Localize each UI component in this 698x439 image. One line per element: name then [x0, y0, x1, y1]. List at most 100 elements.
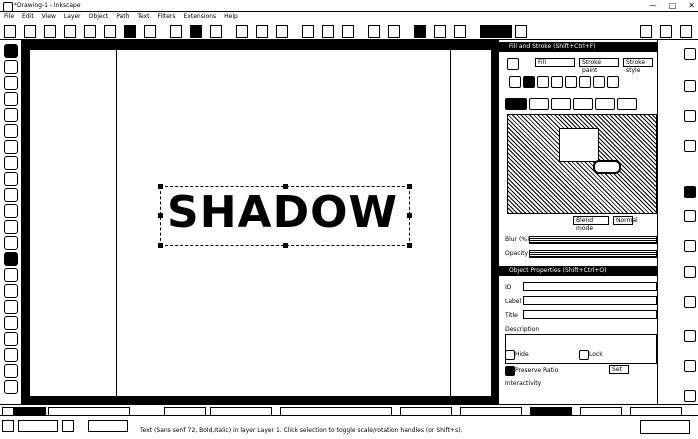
swatch-none[interactable]	[2, 407, 14, 416]
connector-tool-icon[interactable]	[4, 364, 18, 378]
linear-gradient-icon[interactable]	[537, 76, 549, 88]
pattern-icon[interactable]	[579, 76, 591, 88]
set-button[interactable]: Set	[609, 365, 629, 374]
gradient-tool-icon[interactable]	[4, 316, 18, 330]
rgb-mode-icon[interactable]	[505, 98, 527, 110]
menu-path[interactable]: Path	[116, 12, 129, 22]
snap-bbox-corners-icon[interactable]	[684, 80, 696, 92]
shadow-text-object[interactable]: SHADOW	[167, 188, 398, 238]
mesh-tool-icon[interactable]	[4, 332, 18, 346]
cms-mode-icon[interactable]	[595, 98, 615, 110]
alpha-slider-handle[interactable]	[593, 160, 621, 174]
bucket-tool-icon[interactable]	[4, 300, 18, 314]
hsl-mode-icon[interactable]	[529, 98, 549, 110]
opacity-indicator[interactable]	[62, 420, 74, 432]
radial-gradient-icon[interactable]	[551, 76, 563, 88]
rectangle-tool-icon[interactable]	[4, 124, 18, 138]
lock-checkbox[interactable]	[579, 350, 589, 360]
swatch-light2[interactable]	[580, 407, 622, 416]
layer-selector[interactable]	[88, 420, 128, 432]
dropper-tool-icon[interactable]	[4, 348, 18, 362]
menu-file[interactable]: File	[4, 12, 14, 22]
swatch-darker[interactable]	[530, 407, 572, 416]
ellipse-tool-icon[interactable]	[4, 156, 18, 170]
swatch-white[interactable]	[210, 407, 272, 416]
minimize-button[interactable]: —	[649, 1, 657, 10]
3d-box-tool-icon[interactable]	[4, 140, 18, 154]
duplicate-icon[interactable]	[302, 25, 314, 38]
undo-icon[interactable]	[124, 25, 136, 38]
star-tool-icon[interactable]	[4, 172, 18, 186]
blend-mode-select[interactable]: Normal	[613, 216, 638, 225]
snap-paths-icon[interactable]	[684, 186, 696, 198]
flat-color-icon[interactable]	[523, 76, 535, 88]
menu-edit[interactable]: Edit	[22, 12, 34, 22]
stroke-indicator[interactable]	[18, 420, 58, 432]
scale-handle-w[interactable]	[158, 213, 163, 218]
swatch-mid[interactable]	[400, 407, 452, 416]
snap-page-border-icon[interactable]	[684, 330, 696, 342]
calligraphy-tool-icon[interactable]	[4, 236, 18, 250]
menu-layer[interactable]: Layer	[64, 12, 81, 22]
save-icon[interactable]	[44, 25, 56, 38]
interactivity-label[interactable]: Interactivity	[505, 380, 541, 387]
copy-icon[interactable]	[170, 25, 182, 38]
swatch-light[interactable]	[164, 407, 206, 416]
spray-tool-icon[interactable]	[4, 268, 18, 282]
snap-midpoints-icon[interactable]	[684, 240, 696, 252]
menu-view[interactable]: View	[42, 12, 56, 22]
cut-icon[interactable]	[190, 25, 202, 38]
selector-tool-icon[interactable]	[4, 44, 18, 58]
swatch-icon[interactable]	[593, 76, 605, 88]
snap-intersections-icon[interactable]	[684, 210, 696, 222]
zoom-page-icon[interactable]	[276, 25, 288, 38]
unlink-clone-icon[interactable]	[342, 25, 354, 38]
menu-filters[interactable]: Filters	[158, 12, 176, 22]
redo-icon[interactable]	[144, 25, 156, 38]
preferences-icon[interactable]	[515, 25, 527, 38]
swatch-black[interactable]	[14, 407, 46, 416]
menu-help[interactable]: Help	[224, 12, 238, 22]
ungroup-icon[interactable]	[388, 25, 400, 38]
scale-handle-se[interactable]	[407, 243, 412, 248]
snap-nodes-icon[interactable]	[684, 140, 696, 152]
spiral-tool-icon[interactable]	[4, 188, 18, 202]
paste-icon[interactable]	[210, 25, 222, 38]
tab-stroke-style[interactable]: Stroke style	[623, 58, 653, 74]
hide-checkbox[interactable]	[505, 350, 515, 360]
maximize-button[interactable]: □	[669, 1, 677, 10]
swatch-gray[interactable]	[48, 407, 130, 416]
snap-bbox-icon[interactable]	[660, 25, 672, 38]
title-field[interactable]	[523, 310, 657, 319]
pen-tool-icon[interactable]	[4, 220, 18, 234]
scale-handle-nw[interactable]	[158, 184, 163, 189]
label-field[interactable]	[523, 296, 657, 305]
picker-icon[interactable]	[617, 98, 637, 110]
snap-bbox-edges-icon[interactable]	[684, 110, 696, 122]
swatch-pale[interactable]	[280, 407, 392, 416]
export-icon[interactable]	[104, 25, 116, 38]
lpe-tool-icon[interactable]	[4, 380, 18, 394]
text-tool-icon[interactable]	[4, 252, 18, 266]
fill-stroke-header[interactable]: Fill and Stroke (Shift+Ctrl+F)	[499, 42, 657, 52]
clone-icon[interactable]	[322, 25, 334, 38]
scale-handle-ne[interactable]	[407, 184, 412, 189]
fill-indicator[interactable]	[2, 420, 14, 432]
swatch-end[interactable]	[630, 407, 682, 416]
scale-handle-e[interactable]	[407, 213, 412, 218]
menu-object[interactable]: Object	[89, 12, 109, 22]
zoom-selection-icon[interactable]	[236, 25, 248, 38]
swatch-dark[interactable]	[460, 407, 522, 416]
tab-stroke-paint[interactable]: Stroke paint	[579, 58, 619, 74]
mesh-gradient-icon[interactable]	[565, 76, 577, 88]
cmyk-mode-icon[interactable]	[551, 98, 571, 110]
print-icon[interactable]	[64, 25, 76, 38]
zoom-tool-icon[interactable]	[4, 92, 18, 106]
tweak-tool-icon[interactable]	[4, 76, 18, 90]
tab-fill[interactable]: Fill	[535, 58, 575, 67]
scale-handle-s[interactable]	[283, 243, 288, 248]
node-tool-icon[interactable]	[4, 60, 18, 74]
new-document-icon[interactable]	[4, 25, 16, 38]
close-button[interactable]: ✕	[688, 1, 695, 10]
import-icon[interactable]	[84, 25, 96, 38]
